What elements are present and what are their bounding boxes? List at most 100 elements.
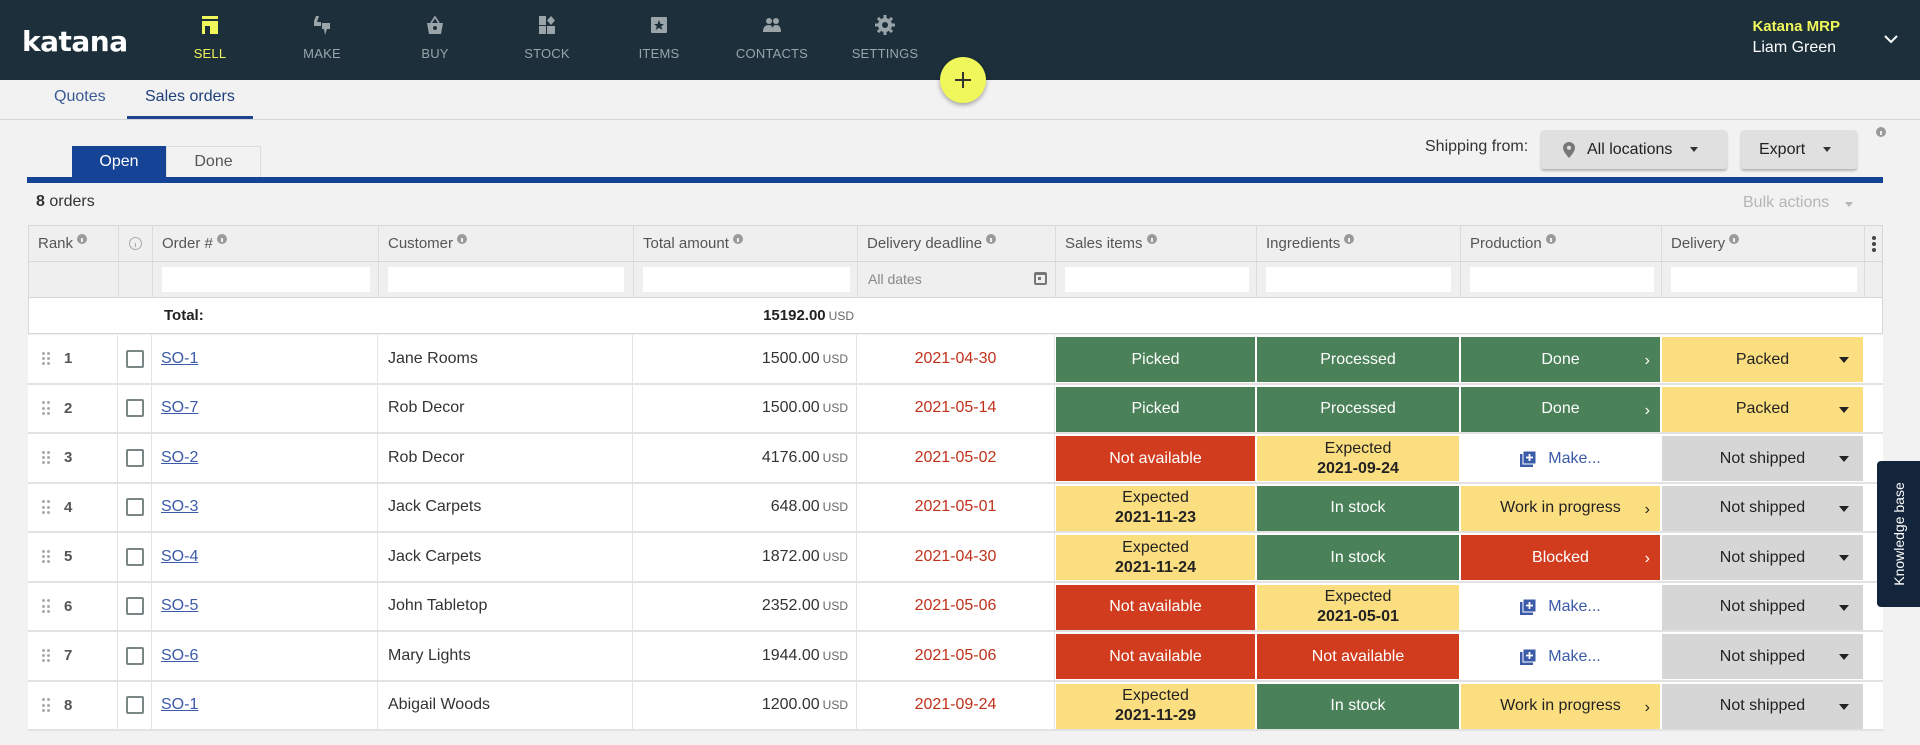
drag-handle-icon[interactable] [42, 450, 50, 465]
done-orders-toggle[interactable]: Done [166, 146, 261, 177]
katana-logo[interactable]: katana [22, 25, 128, 58]
order-filter-input[interactable] [162, 267, 370, 292]
column-header-total-amount[interactable]: Total amount [634, 226, 858, 261]
drag-handle-icon[interactable] [42, 401, 50, 415]
delivery-status[interactable]: Not shipped [1662, 584, 1863, 630]
info-icon[interactable] [1146, 234, 1157, 244]
open-orders-toggle[interactable]: Open [72, 146, 166, 177]
tab-sales-orders[interactable]: Sales orders [127, 88, 253, 119]
production-status[interactable]: Blocked › [1461, 535, 1660, 580]
row-checkbox[interactable] [126, 696, 144, 715]
table-row[interactable]: 4 SO-3 Jack Carpets 648.00 USD 2021-05-01 Expe… [28, 483, 1883, 533]
delivery-filter-input[interactable] [1671, 267, 1857, 292]
info-icon[interactable] [732, 234, 743, 244]
calendar-icon[interactable] [1034, 272, 1047, 285]
order-link[interactable]: SO-5 [161, 597, 198, 615]
delivery-status[interactable]: Not shipped [1662, 683, 1863, 729]
drag-handle-icon[interactable] [42, 500, 50, 514]
add-button[interactable] [940, 57, 986, 103]
row-checkbox[interactable] [126, 646, 144, 665]
info-icon[interactable] [1729, 234, 1740, 244]
column-header-order[interactable]: Order # [153, 226, 379, 261]
delivery-status[interactable]: Not shipped [1662, 634, 1863, 679]
kebab-menu-icon[interactable] [1872, 236, 1876, 254]
tab-quotes[interactable]: Quotes [54, 88, 106, 116]
table-row[interactable]: 6 SO-5 John Tabletop 2352.00 USD 2021-05-06 No… [28, 582, 1883, 632]
row-checkbox[interactable] [126, 349, 144, 368]
table-row[interactable]: 7 SO-6 Mary Lights 1944.00 USD 2021-05-06 Not … [28, 632, 1883, 682]
info-icon[interactable] [1545, 234, 1556, 244]
drag-handle-icon[interactable] [42, 648, 50, 663]
info-icon[interactable] [1876, 127, 1886, 137]
info-outline-icon[interactable] [129, 237, 142, 250]
info-icon[interactable] [216, 234, 227, 244]
column-header-delivery[interactable]: Delivery [1662, 226, 1865, 261]
production-status[interactable]: Work in progress › [1461, 683, 1660, 729]
amount-filter-input[interactable] [643, 267, 850, 292]
table-row[interactable]: 8 SO-1 Abigail Woods 1200.00 USD 2021-09-24 Ex… [28, 681, 1883, 731]
delivery-status[interactable]: Packed [1662, 337, 1863, 382]
user-menu[interactable]: Katana MRP Liam Green [1752, 18, 1840, 57]
column-header-customer[interactable]: Customer [379, 226, 634, 261]
column-header-ingredients[interactable]: Ingredients [1257, 226, 1461, 261]
customer-filter-input[interactable] [388, 267, 624, 292]
delivery-status[interactable]: Not shipped [1662, 436, 1863, 481]
production-status[interactable]: Done › [1461, 386, 1660, 432]
row-checkbox[interactable] [126, 399, 144, 418]
column-header-info [119, 226, 153, 261]
production-status[interactable]: Make... [1461, 436, 1660, 481]
column-header-rank[interactable]: Rank [29, 226, 119, 261]
location-select[interactable]: All locations [1541, 130, 1727, 169]
column-options[interactable] [1865, 226, 1883, 261]
order-link[interactable]: SO-3 [161, 498, 198, 516]
nav-make[interactable]: MAKE [272, 14, 372, 70]
bulk-actions-button[interactable]: Bulk actions [1743, 194, 1854, 212]
knowledge-base-tab[interactable]: Knowledge base [1877, 461, 1920, 607]
row-checkbox[interactable] [126, 448, 144, 467]
chevron-down-icon[interactable] [1882, 30, 1900, 48]
delivery-status[interactable]: Not shipped [1662, 485, 1863, 531]
info-icon[interactable] [1344, 234, 1355, 244]
sales-items-filter-input[interactable] [1065, 267, 1249, 292]
export-button[interactable]: Export [1741, 130, 1857, 169]
delivery-status[interactable]: Not shipped [1662, 535, 1863, 580]
info-icon[interactable] [457, 234, 468, 244]
table-row[interactable]: 3 SO-2 Rob Decor 4176.00 USD 2021-05-02 Not av… [28, 434, 1883, 484]
row-checkbox[interactable] [126, 498, 144, 517]
nav-items[interactable]: ITEMS [609, 14, 709, 70]
nav-sell[interactable]: SELL [160, 14, 260, 70]
drag-handle-icon[interactable] [42, 599, 50, 613]
order-link[interactable]: SO-6 [161, 647, 198, 665]
drag-handle-icon[interactable] [42, 698, 50, 712]
deadline-filter[interactable]: All dates [858, 262, 1055, 298]
table-row[interactable]: 2 SO-7 Rob Decor 1500.00 USD 2021-05-14 Picked… [28, 384, 1883, 434]
column-header-production[interactable]: Production [1461, 226, 1662, 261]
nav-stock[interactable]: STOCK [497, 14, 597, 70]
production-status[interactable]: Done › [1461, 337, 1660, 382]
order-link[interactable]: SO-4 [161, 548, 198, 566]
order-link[interactable]: SO-7 [161, 399, 198, 417]
row-checkbox[interactable] [126, 547, 144, 566]
row-checkbox[interactable] [126, 597, 144, 616]
order-link[interactable]: SO-1 [161, 696, 198, 714]
drag-handle-icon[interactable] [42, 351, 50, 366]
table-row[interactable]: 1 SO-1 Jane Rooms 1500.00 USD 2021-04-30 Picke… [28, 335, 1883, 385]
ingredients-filter-input[interactable] [1266, 267, 1451, 292]
column-header-delivery-deadline[interactable]: Delivery deadline [858, 226, 1056, 261]
nav-buy[interactable]: BUY [385, 14, 485, 70]
production-status[interactable]: Work in progress › [1461, 485, 1660, 531]
nav-settings[interactable]: SETTINGS [835, 14, 935, 70]
rank-value: 6 [64, 597, 73, 615]
production-filter-input[interactable] [1470, 267, 1654, 292]
column-header-sales-items[interactable]: Sales items [1056, 226, 1257, 261]
order-link[interactable]: SO-1 [161, 350, 198, 368]
production-status[interactable]: Make... [1461, 634, 1660, 679]
order-link[interactable]: SO-2 [161, 449, 198, 467]
drag-handle-icon[interactable] [42, 549, 50, 564]
info-icon[interactable] [77, 234, 88, 244]
nav-contacts[interactable]: CONTACTS [722, 14, 822, 70]
delivery-status[interactable]: Packed [1662, 386, 1863, 432]
production-status[interactable]: Make... [1461, 584, 1660, 630]
table-row[interactable]: 5 SO-4 Jack Carpets 1872.00 USD 2021-04-30 Exp… [28, 533, 1883, 583]
info-icon[interactable] [986, 234, 997, 244]
